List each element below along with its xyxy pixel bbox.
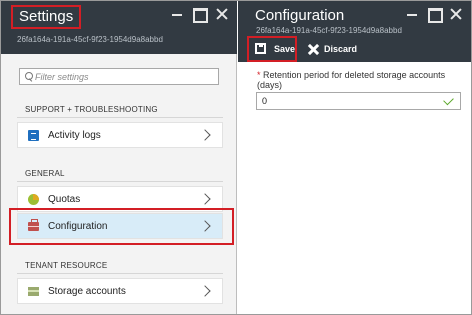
section-header-support: SUPPORT + TROUBLESHOOTING [25, 105, 158, 114]
settings-item-configuration[interactable]: Configuration [17, 213, 223, 239]
section-divider [17, 273, 223, 274]
maximize-icon[interactable] [426, 6, 443, 23]
search-icon [24, 72, 33, 81]
retention-days-input[interactable] [256, 92, 461, 110]
settings-item-quotas[interactable]: Quotas [17, 186, 223, 212]
discard-icon [308, 44, 319, 55]
settings-subtitle: 26fa164a-191a-45cf-9f23-1954d9a8abbd [17, 35, 163, 44]
save-label: Save [274, 44, 296, 54]
chevron-right-icon [200, 285, 212, 297]
save-icon [255, 43, 266, 54]
settings-item-label: Storage accounts [48, 286, 126, 297]
section-divider [17, 181, 223, 182]
close-icon[interactable] [214, 6, 230, 22]
configuration-title: Configuration [255, 7, 345, 24]
configuration-subtitle: 26fa164a-191a-45cf-9f23-1954d9a8abbd [256, 26, 402, 35]
minimize-icon[interactable] [169, 6, 185, 22]
chevron-right-icon [200, 220, 212, 232]
close-icon[interactable] [448, 6, 464, 22]
configuration-blade: Configuration 26fa164a-191a-45cf-9f23-19… [238, 1, 471, 314]
quotas-icon [28, 194, 39, 205]
settings-item-label: Configuration [48, 221, 108, 232]
settings-item-label: Activity logs [48, 130, 101, 141]
required-marker: * [257, 70, 261, 80]
configuration-icon [28, 219, 39, 231]
configuration-header: Configuration 26fa164a-191a-45cf-9f23-19… [238, 1, 471, 62]
chevron-right-icon [200, 129, 212, 141]
discard-label: Discard [324, 44, 358, 54]
settings-blade: Settings 26fa164a-191a-45cf-9f23-1954d9a… [1, 1, 237, 314]
section-header-general: GENERAL [25, 169, 65, 178]
retention-field-label: * Retention period for deleted storage a… [257, 70, 469, 90]
discard-button[interactable]: Discard [308, 40, 358, 59]
settings-item-label: Quotas [48, 194, 81, 205]
filter-settings-box[interactable] [19, 68, 219, 85]
save-button[interactable]: Save [252, 40, 296, 59]
activity-log-icon [28, 130, 39, 141]
settings-title: Settings [11, 5, 82, 29]
section-header-tenant-resource: TENANT RESOURCE [25, 261, 108, 270]
settings-item-storage-accounts[interactable]: Storage accounts [17, 278, 223, 304]
section-divider [17, 117, 223, 118]
settings-header: Settings 26fa164a-191a-45cf-9f23-1954d9a… [1, 1, 237, 54]
retention-label-text: Retention period for deleted storage acc… [257, 70, 446, 90]
chevron-right-icon [200, 193, 212, 205]
filter-settings-input[interactable] [35, 69, 215, 84]
minimize-icon[interactable] [404, 6, 420, 22]
storage-accounts-icon [28, 287, 39, 296]
settings-item-activity-logs[interactable]: Activity logs [17, 122, 223, 148]
maximize-icon[interactable] [191, 6, 208, 23]
